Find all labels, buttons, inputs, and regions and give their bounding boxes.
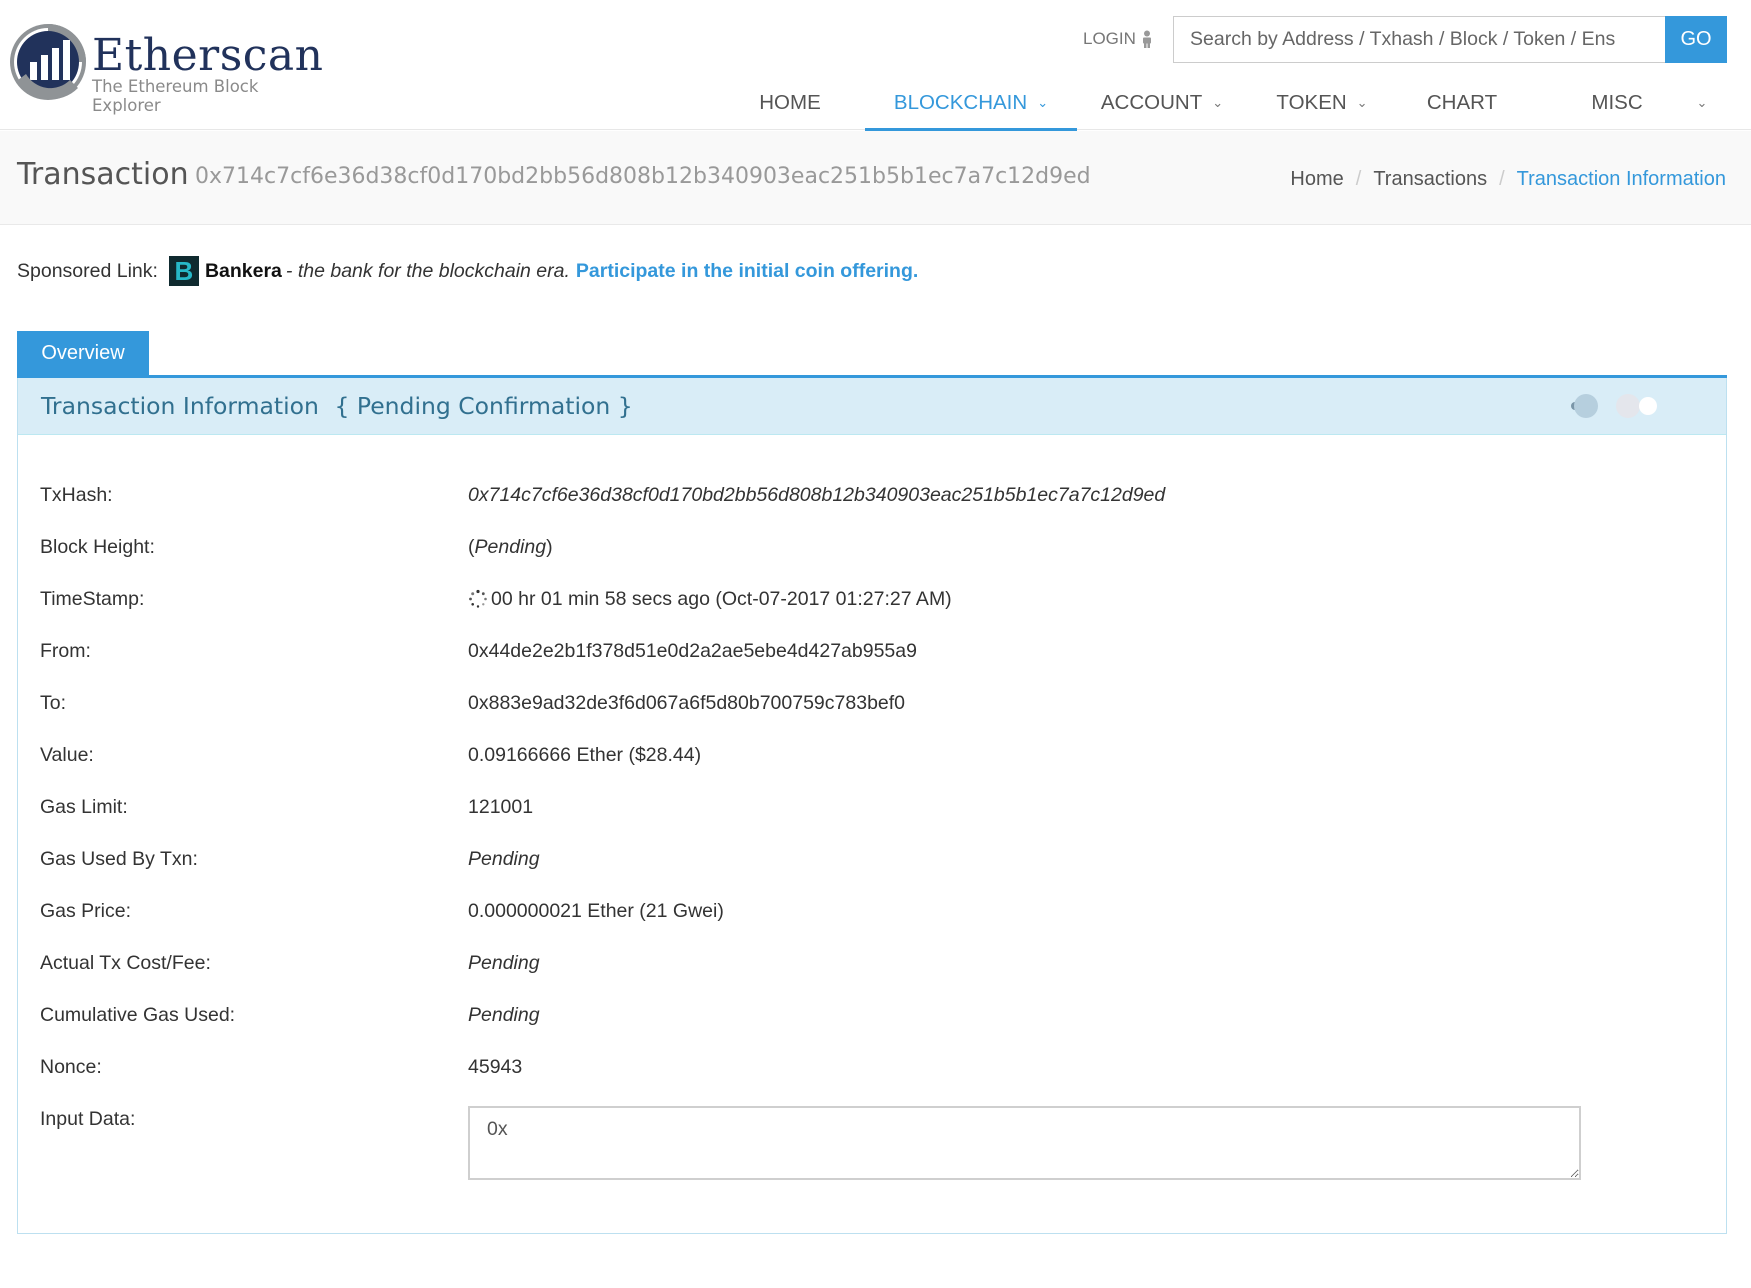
sponsor-text: - the bank for the blockchain era. [285,259,570,282]
gas-limit-label: Gas Limit: [40,796,128,818]
nav-home-label: HOME [759,91,821,114]
value-amount: 0.09166666 Ether ($28.44) [468,744,702,766]
nav-blockchain-label: BLOCKCHAIN [893,91,1028,114]
row-tx-fee: Actual Tx Cost/Fee: Pending [40,952,1700,982]
panel-title: Transaction Information { Pending Confir… [41,392,633,420]
user-icon [1142,30,1151,48]
nav-blockchain[interactable]: BLOCKCHAIN ⌄ [865,76,1077,131]
chevron-down-icon: ⌄ [1356,95,1368,110]
nonce-label: Nonce: [40,1056,102,1078]
breadcrumb-separator: / [1355,168,1362,190]
gas-used-value: Pending [468,848,540,870]
cumulative-gas-value: Pending [468,1004,540,1026]
nav-chart[interactable]: CHART [1407,76,1517,130]
sponsored-label: Sponsored Link: [17,259,158,282]
nav-more-dropdown[interactable]: ⌄ [1687,76,1717,130]
search-go-button[interactable]: GO [1665,16,1727,63]
from-label: From: [40,640,91,662]
page-title: Transaction [17,157,189,192]
row-to: To: 0x883e9ad32de3f6d067a6f5d80b700759c7… [40,692,1700,722]
block-height-pending: Pending [474,536,547,558]
block-height-value: (Pending) [468,536,553,558]
tab-overview[interactable]: Overview [17,331,149,376]
breadcrumb-transactions[interactable]: Transactions [1373,168,1487,191]
clock-spinner-icon [469,589,487,608]
loading-dots-icon [1571,394,1657,418]
bankera-logo-icon[interactable]: B [168,256,199,286]
txhash-value: 0x714c7cf6e36d38cf0d170bd2bb56d808b12b34… [468,484,1166,506]
chevron-down-icon: ⌄ [1037,95,1049,110]
row-cumulative-gas: Cumulative Gas Used: Pending [40,1004,1700,1034]
nav-token[interactable]: TOKEN ⌄ [1257,76,1387,130]
login-label: LOGIN [1083,29,1136,48]
breadcrumb-separator: / [1499,168,1505,190]
nav-account[interactable]: ACCOUNT ⌄ [1087,76,1237,130]
row-gas-limit: Gas Limit: 121001 [40,796,1700,826]
gas-used-label: Gas Used By Txn: [40,848,198,870]
search-bar [1173,16,1665,63]
input-data-label: Input Data: [40,1108,136,1130]
breadcrumb-current: Transaction Information [1516,168,1726,190]
brand-tagline: The Ethereum Block Explorer [92,77,259,115]
nav-misc[interactable]: MISC [1557,76,1677,130]
row-block-height: Block Height: (Pending) [40,536,1700,566]
sponsored-link: Sponsored Link: B Bankera - the bank for… [17,256,918,286]
chevron-down-icon: ⌄ [1212,95,1224,110]
timestamp-value: 00 hr 01 min 58 secs ago (Oct-07-2017 01… [491,588,952,610]
row-txhash: TxHash: 0x714c7cf6e36d38cf0d170bd2bb56d8… [40,484,1700,514]
chevron-down-icon: ⌄ [1696,95,1708,110]
block-height-label: Block Height: [40,536,155,558]
nav-home[interactable]: HOME [740,76,840,130]
value-label: Value: [40,744,94,766]
nav-misc-label: MISC [1591,91,1643,114]
row-nonce: Nonce: 45943 [40,1056,1700,1086]
txhash-label: TxHash: [40,484,113,506]
sponsor-cta-link[interactable]: Participate in the initial coin offering… [576,260,918,283]
gas-limit-value: 121001 [468,796,534,818]
search-input[interactable] [1173,16,1665,63]
row-timestamp: TimeStamp: 00 hr 01 min 58 secs ago (Oct… [40,588,1700,618]
sponsor-brand: Bankera [204,259,282,282]
panel-title-text: Transaction Information [41,392,319,420]
cumulative-gas-label: Cumulative Gas Used: [40,1004,236,1026]
page-hash: 0x714c7cf6e36d38cf0d170bd2bb56d808b12b34… [195,164,1091,189]
etherscan-logo-icon [10,24,86,100]
row-from: From: 0x44de2e2b1f378d51e0d2a2ae5ebe4d42… [40,640,1700,670]
timestamp-value-wrap: 00 hr 01 min 58 secs ago (Oct-07-2017 01… [468,588,952,611]
breadcrumb: Home / Transactions / Transaction Inform… [1290,168,1726,191]
breadcrumb-home[interactable]: Home [1290,168,1343,191]
page-header-bar: Transaction 0x714c7cf6e36d38cf0d170bd2bb… [0,131,1751,225]
login-link[interactable]: LOGIN [1083,29,1154,49]
tx-fee-value: Pending [468,952,540,974]
etherscan-logo[interactable]: Etherscan The Ethereum Block Explorer [8,22,328,115]
pending-status: { Pending Confirmation } [334,392,633,420]
main-nav: HOME BLOCKCHAIN ⌄ ACCOUNT ⌄ TOKEN ⌄ CHAR… [740,76,1717,131]
gas-price-value: 0.000000021 Ether (21 Gwei) [468,900,724,922]
row-gas-price: Gas Price: 0.000000021 Ether (21 Gwei) [40,900,1700,930]
row-gas-used: Gas Used By Txn: Pending [40,848,1700,878]
panel-heading: Transaction Information { Pending Confir… [18,378,1726,435]
nav-account-label: ACCOUNT [1100,91,1203,114]
site-header: Etherscan The Ethereum Block Explorer LO… [0,0,1751,131]
to-label: To: [40,692,67,714]
gas-price-label: Gas Price: [40,900,132,922]
input-data-textarea[interactable]: 0x [468,1106,1581,1180]
nav-chart-label: CHART [1426,91,1498,114]
nav-token-label: TOKEN [1276,91,1347,114]
nonce-value: 45943 [468,1056,523,1078]
from-address-link[interactable]: 0x44de2e2b1f378d51e0d2a2ae5ebe4d427ab955… [468,640,917,663]
tx-fee-label: Actual Tx Cost/Fee: [40,952,211,974]
row-value: Value: 0.09166666 Ether ($28.44) [40,744,1700,774]
to-address-link[interactable]: 0x883e9ad32de3f6d067a6f5d80b700759c783be… [468,692,905,715]
timestamp-label: TimeStamp: [40,588,145,610]
brand-name: Etherscan [92,30,324,81]
